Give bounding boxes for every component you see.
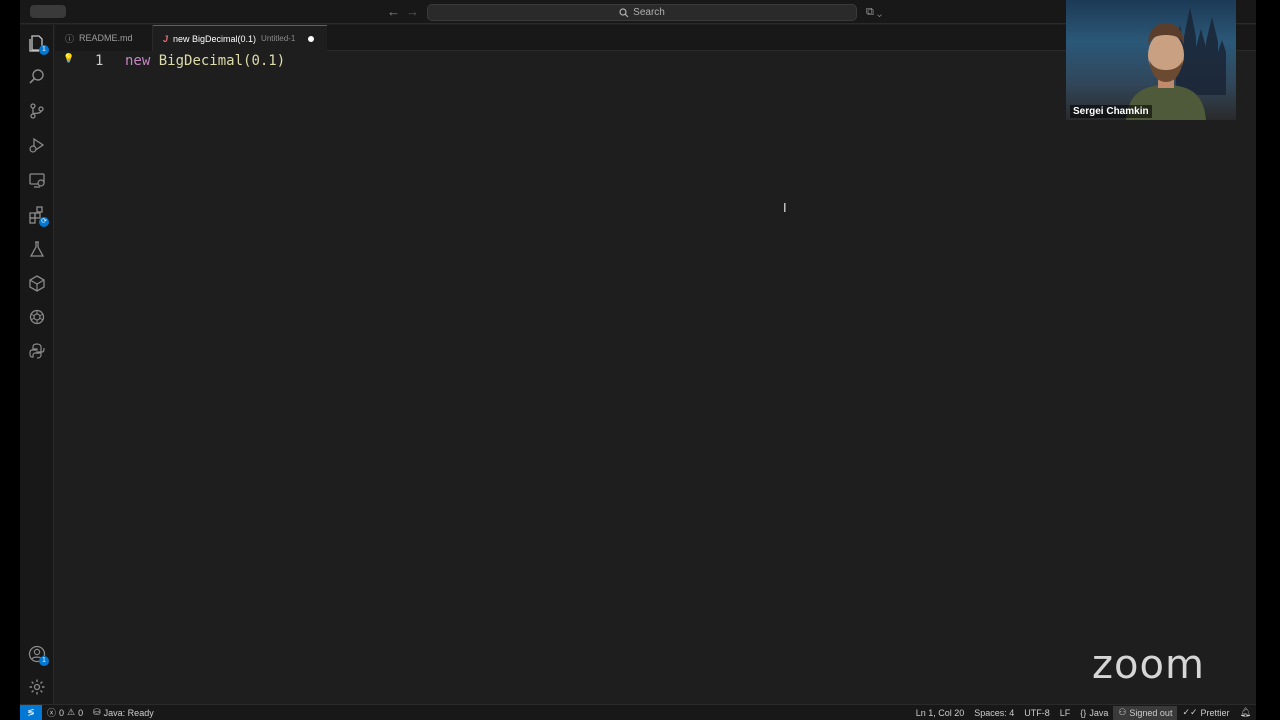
extensions-icon[interactable]: ⟳ [28,206,49,227]
status-bar: ≶ ⓧ 0 ⚠ 0 ⛁ Java: Ready Ln 1, Col 20 Spa… [20,704,1256,720]
layout-toggle-icon[interactable]: ⧉ ⌄ [866,5,882,19]
gear-icon[interactable] [28,678,46,696]
remote-explorer-icon[interactable] [28,171,46,189]
participant-name: Sergei Chamkin [1070,105,1152,118]
mouse-cursor-icon: I [783,200,787,215]
tab-label: new BigDecimal(0.1) [173,33,257,44]
tab-untitled-1[interactable]: J new BigDecimal(0.1) Untitled-1 [153,25,327,51]
run-debug-icon[interactable] [28,136,46,154]
java-file-icon: J [163,33,169,44]
braces-icon: {} [1080,707,1087,718]
lightbulb-icon[interactable]: 💡 [63,53,74,64]
indentation[interactable]: Spaces: 4 [969,708,1019,718]
window-menu-button[interactable] [30,5,66,18]
tab-sublabel: Untitled-1 [261,34,296,43]
java-status-label: Java: Ready [103,707,154,718]
code-keyword: new [125,53,151,69]
error-icon: ⓧ [47,708,57,718]
go-forward-button[interactable]: → [406,4,419,20]
prettier-status[interactable]: ✓✓ Prettier [1177,707,1234,718]
search-icon[interactable] [28,68,46,86]
signed-out-label: Signed out [1129,707,1173,718]
double-check-icon: ✓✓ [1182,707,1198,717]
zoom-video-tile: Sergei Chamkin [1066,0,1236,120]
language-label: Java [1089,707,1109,718]
account-icon[interactable]: 1 [28,645,49,666]
notifications-bell-icon[interactable]: 🔔︎ [1235,707,1256,718]
source-control-icon[interactable] [28,102,46,120]
copilot-icon: ⚇ [1118,707,1127,717]
java-status[interactable]: ⛁ Java: Ready [88,707,159,718]
command-center-search[interactable]: Search [427,4,857,21]
explorer-icon[interactable]: 1 [28,34,49,55]
extensions-update-badge: ⟳ [39,217,49,227]
line-number: 1 [95,53,104,69]
remote-indicator[interactable]: ≶ [20,704,42,720]
search-label: Search [633,7,665,18]
openai-icon[interactable] [28,308,46,326]
explorer-badge: 1 [39,45,49,55]
account-badge: 1 [39,656,49,666]
end-of-line[interactable]: LF [1055,708,1076,718]
code-call: BigDecimal(0.1) [158,53,286,69]
testing-icon[interactable] [28,240,46,258]
warning-count: 0 [78,707,84,718]
code-editor[interactable]: 💡 1 new BigDecimal(0.1) I [55,51,1256,704]
activity-bar: 1 ⟳ 1 [20,25,54,704]
cursor-position[interactable]: Ln 1, Col 20 [911,708,970,718]
unsaved-dot-icon[interactable] [308,35,315,42]
copilot-signed-out[interactable]: ⚇ Signed out [1113,705,1178,720]
java-ready-icon: ⛁ [93,707,101,717]
info-icon: ⓘ [65,33,75,44]
tab-readme[interactable]: ⓘ README.md [55,25,153,51]
language-mode[interactable]: {} Java [1075,708,1113,718]
warning-icon: ⚠ [67,707,76,717]
error-count: 0 [59,707,65,718]
python-icon[interactable] [28,342,46,360]
go-back-button[interactable]: ← [387,4,400,20]
tab-label: README.md [79,33,133,43]
zoom-logo: zoom [1092,642,1205,688]
code-line[interactable]: new BigDecimal(0.1) [125,53,285,69]
problems-indicator[interactable]: ⓧ 0 ⚠ 0 [42,706,88,719]
prettier-label: Prettier [1200,707,1230,718]
containers-icon[interactable] [28,274,46,292]
search-icon [619,7,629,17]
encoding[interactable]: UTF-8 [1019,708,1055,718]
